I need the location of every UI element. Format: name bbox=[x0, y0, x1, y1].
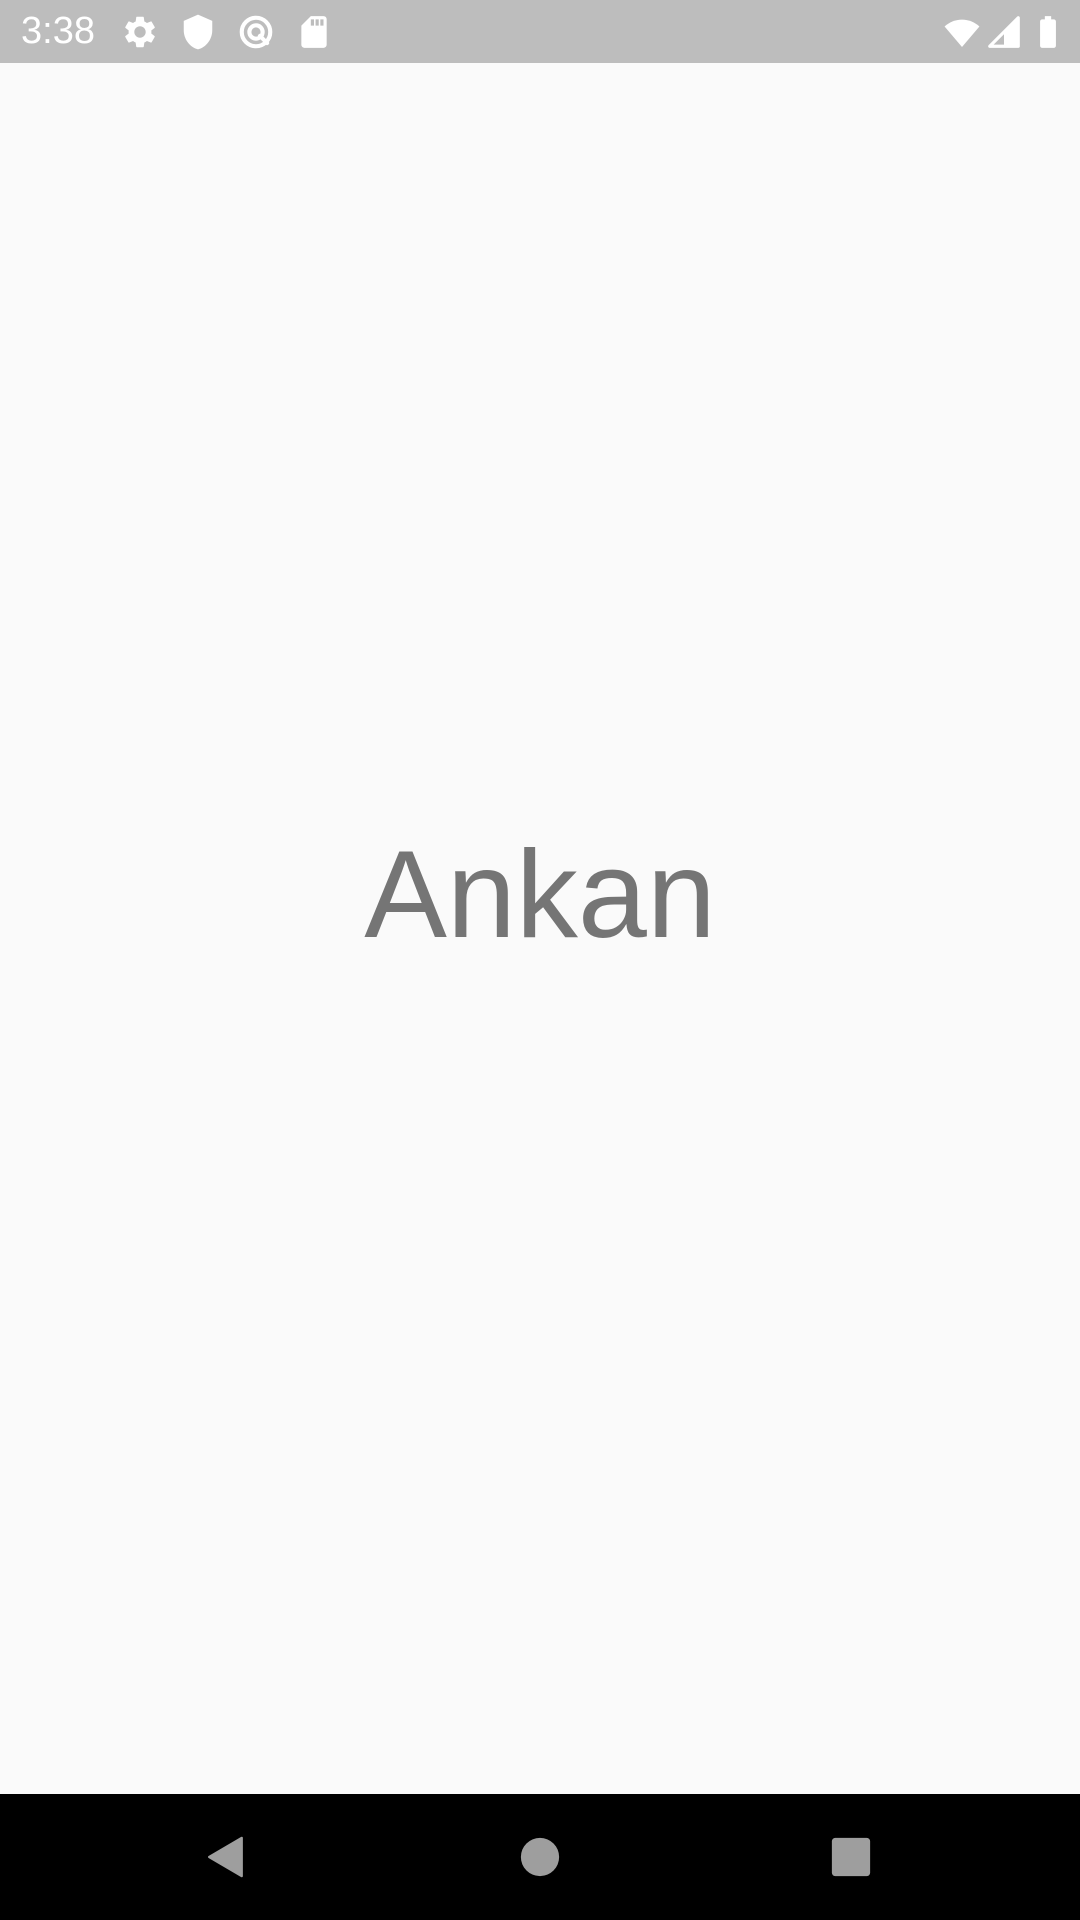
sd-card-icon bbox=[295, 13, 333, 51]
battery-icon bbox=[1029, 13, 1067, 51]
back-button[interactable] bbox=[199, 1830, 253, 1884]
shield-icon bbox=[179, 13, 217, 51]
gear-icon bbox=[121, 13, 159, 51]
recents-icon bbox=[831, 1837, 871, 1877]
data-saver-icon bbox=[237, 13, 275, 51]
app-screen: 3:38 Ankan bbox=[0, 0, 1080, 1920]
home-icon bbox=[520, 1837, 560, 1877]
wifi-icon bbox=[943, 13, 981, 51]
app-title: Ankan bbox=[364, 826, 716, 964]
home-button[interactable] bbox=[513, 1830, 567, 1884]
splash-content: Ankan bbox=[0, 63, 1080, 1794]
recents-button[interactable] bbox=[824, 1830, 878, 1884]
navigation-bar bbox=[0, 1794, 1080, 1920]
back-icon bbox=[208, 1836, 243, 1878]
cellular-signal-icon bbox=[985, 13, 1023, 51]
status-bar: 3:38 bbox=[0, 0, 1080, 63]
status-time: 3:38 bbox=[21, 10, 95, 52]
